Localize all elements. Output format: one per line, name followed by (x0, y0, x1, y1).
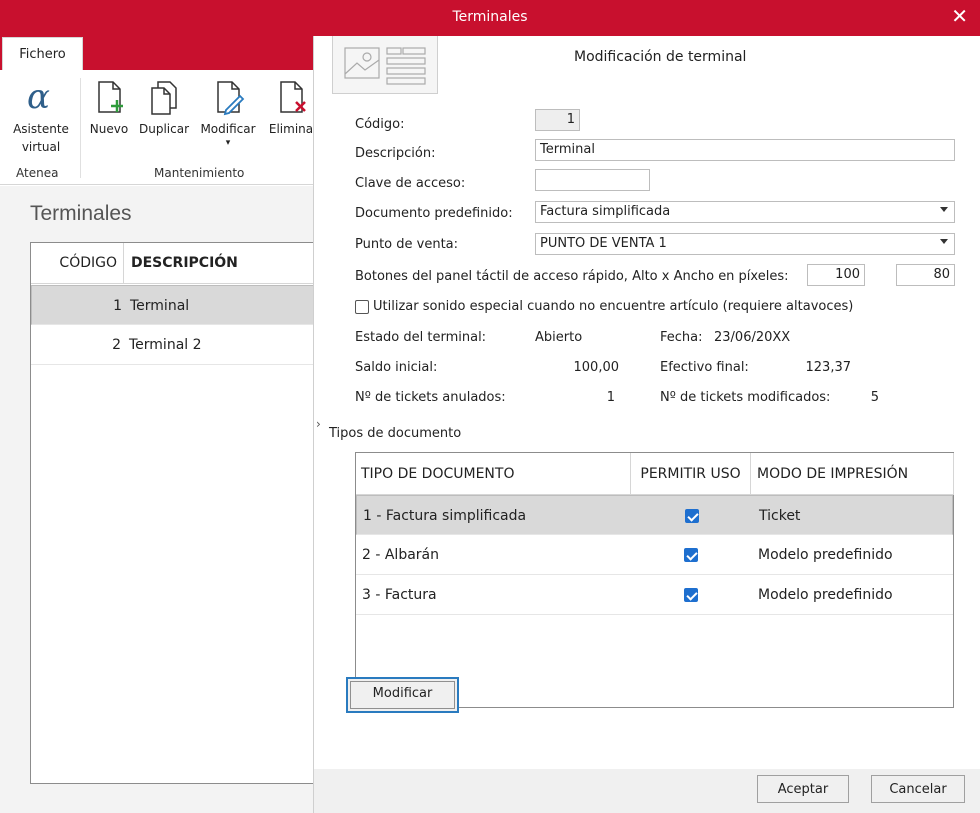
expand-caret-icon[interactable]: › (316, 417, 321, 431)
alpha-icon: α (27, 78, 50, 117)
dialog-footer: Aceptar Cancelar (314, 769, 980, 813)
documento-value: Factura simplificada (540, 204, 671, 219)
column-codigo[interactable]: CÓDIGO (31, 243, 124, 284)
cell-modo: Ticket (759, 508, 801, 524)
title-bar: Terminales ✕ (0, 0, 980, 36)
svg-text:α: α (27, 78, 50, 117)
cancelar-button[interactable]: Cancelar (871, 775, 965, 803)
ancho-field[interactable]: 80 (896, 264, 955, 286)
grid-header: CÓDIGO DESCRIPCIÓN (31, 243, 319, 284)
descripcion-field[interactable]: Terminal (535, 139, 955, 161)
saldo-label: Saldo inicial: (355, 360, 438, 375)
anulados-value: 1 (606, 390, 615, 405)
modificados-label: Nº de tickets modificados: (660, 390, 831, 405)
sonido-label: Utilizar sonido especial cuando no encue… (373, 299, 854, 314)
ribbon-separator (80, 78, 81, 178)
botones-label: Botones del panel táctil de acceso rápid… (355, 269, 789, 284)
group-mantenimiento-label: Mantenimiento (154, 166, 245, 180)
saldo-value: 100,00 (573, 360, 620, 375)
table-row[interactable]: 3 - Factura Modelo predefinido (356, 575, 953, 615)
terminals-grid: CÓDIGO DESCRIPCIÓN 1 Terminal 2 Terminal… (30, 242, 320, 784)
eliminar-button[interactable]: Elimina (262, 78, 320, 138)
column-tipo-documento[interactable]: TIPO DE DOCUMENTO (356, 453, 631, 495)
cell-codigo: 2 (112, 337, 121, 353)
dropdown-arrow-icon (940, 239, 948, 244)
clave-acceso-field[interactable] (535, 169, 650, 191)
anulados-label: Nº de tickets anulados: (355, 390, 506, 405)
document-types-grid: TIPO DE DOCUMENTO PERMITIR USO MODO DE I… (355, 452, 954, 708)
estado-label: Estado del terminal: (355, 330, 487, 345)
close-icon[interactable]: ✕ (951, 4, 968, 28)
modificar-button-label: Modificar (350, 681, 455, 709)
cell-tipo: 2 - Albarán (362, 547, 439, 563)
tab-fichero[interactable]: Fichero (2, 37, 83, 70)
codigo-field: 1 (535, 109, 580, 131)
modificados-value: 5 (870, 390, 879, 405)
cell-descripcion: Terminal 2 (129, 337, 202, 353)
dropdown-arrow-icon (940, 207, 948, 212)
duplicate-icon (151, 81, 177, 115)
documento-label: Documento predefinido: (355, 206, 513, 221)
cell-modo: Modelo predefinido (758, 587, 893, 603)
dropdown-arrow-icon: ▾ (225, 138, 231, 148)
ribbon: α Asistente virtual Nuevo Duplicar Modif… (0, 70, 320, 185)
modificar-button[interactable]: Modificar (346, 677, 459, 713)
fecha-label: Fecha: (660, 330, 703, 345)
cell-codigo: 1 (113, 298, 122, 314)
section-tipos-documento: Tipos de documento (329, 426, 462, 441)
eliminar-label: Elimina (268, 122, 314, 136)
table-row[interactable]: 2 - Albarán Modelo predefinido (356, 535, 953, 575)
new-document-icon (98, 81, 123, 113)
docs-grid-header: TIPO DE DOCUMENTO PERMITIR USO MODO DE I… (356, 453, 954, 495)
cell-descripcion: Terminal (130, 298, 190, 314)
group-atenea-label: Atenea (16, 166, 59, 180)
clave-label: Clave de acceso: (355, 176, 466, 191)
efectivo-label: Efectivo final: (660, 360, 749, 375)
aceptar-button[interactable]: Aceptar (757, 775, 849, 803)
dialog-title: Modificación de terminal (574, 49, 747, 65)
edit-document-icon (217, 81, 245, 116)
fecha-value: 23/06/20XX (714, 330, 791, 345)
column-permitir-uso[interactable]: PERMITIR USO (631, 453, 751, 495)
column-descripcion[interactable]: DESCRIPCIÓN (131, 255, 238, 271)
alto-field[interactable]: 100 (807, 264, 865, 286)
window-title: Terminales (452, 9, 528, 25)
documento-predefinido-select[interactable]: Factura simplificada (535, 201, 955, 223)
cell-tipo: 3 - Factura (362, 587, 437, 603)
estado-value: Abierto (535, 330, 583, 345)
punto-venta-select[interactable]: PUNTO DE VENTA 1 (535, 233, 955, 255)
page-title: Terminales (30, 202, 132, 225)
asistente-virtual-button[interactable]: α Asistente virtual (6, 78, 76, 156)
table-row[interactable]: 1 Terminal (31, 285, 319, 325)
delete-document-icon (280, 81, 306, 113)
sonido-checkbox[interactable] (355, 300, 369, 314)
table-row[interactable]: 2 Terminal 2 (31, 325, 319, 365)
descripcion-label: Descripción: (355, 146, 436, 161)
asistente-label: Asistente virtual (13, 122, 69, 154)
duplicar-label: Duplicar (138, 122, 189, 136)
modificar-ribbon-button[interactable]: Modificar ▾ (196, 78, 260, 148)
efectivo-value: 123,37 (805, 360, 852, 375)
edit-terminal-dialog: Modificación de terminal Código: 1 Descr… (313, 36, 980, 813)
column-modo-impresion[interactable]: MODO DE IMPRESIÓN (751, 453, 954, 495)
cell-modo: Modelo predefinido (758, 547, 893, 563)
permitir-uso-checkbox[interactable] (684, 548, 698, 562)
codigo-label: Código: (355, 117, 405, 132)
duplicar-button[interactable]: Duplicar (136, 78, 192, 138)
terminal-card-icon (332, 36, 438, 94)
permitir-uso-checkbox[interactable] (684, 588, 698, 602)
punto-label: Punto de venta: (355, 237, 459, 252)
nuevo-label: Nuevo (89, 122, 129, 136)
cell-tipo: 1 - Factura simplificada (363, 508, 527, 524)
modificar-ribbon-label: Modificar (200, 122, 256, 136)
nuevo-button[interactable]: Nuevo (86, 78, 132, 138)
punto-value: PUNTO DE VENTA 1 (540, 236, 667, 251)
table-row[interactable]: 1 - Factura simplificada Ticket (356, 495, 953, 535)
permitir-uso-checkbox[interactable] (685, 509, 699, 523)
